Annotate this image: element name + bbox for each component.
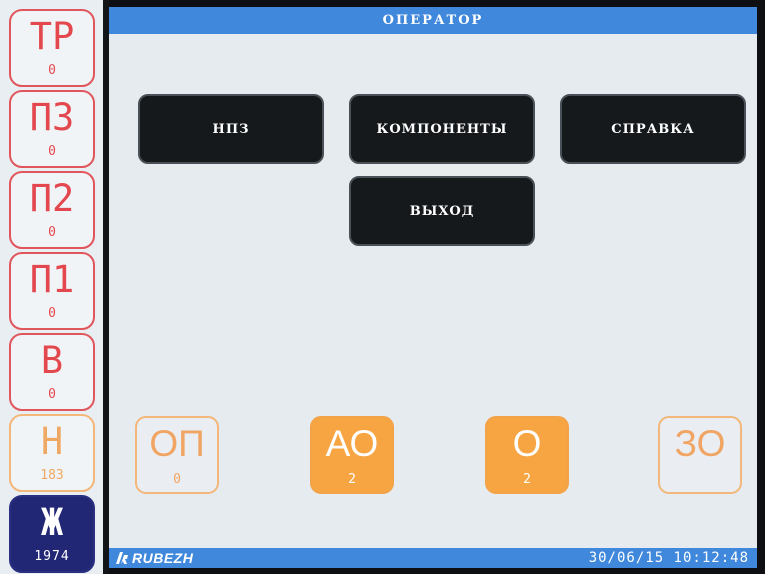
state-count: 2 bbox=[523, 472, 531, 487]
sidebar-item-n[interactable]: Н 183 bbox=[9, 414, 95, 492]
sidebar-item-code: Ж bbox=[40, 501, 64, 544]
state-count: 0 bbox=[173, 472, 181, 487]
status-bar: RUBEZH 30/06/15 10:12:48 bbox=[109, 548, 757, 568]
sidebar-item-p2[interactable]: П2 0 bbox=[9, 171, 95, 249]
npz-button[interactable]: НПЗ bbox=[138, 94, 324, 164]
sidebar-item-code: П2 bbox=[29, 177, 75, 220]
state-code: О bbox=[512, 423, 542, 464]
sidebar-item-zh[interactable]: Ж 1974 bbox=[9, 495, 95, 573]
datetime-display: 30/06/15 10:12:48 bbox=[588, 550, 749, 566]
state-code: ЗО bbox=[674, 423, 726, 464]
state-zo-button[interactable]: ЗО bbox=[658, 416, 742, 494]
sidebar-item-count: 0 bbox=[48, 63, 56, 78]
operator-screen: ОПЕРАТОР НПЗ КОМПОНЕНТЫ СПРАВКА ВЫХОД ОП… bbox=[109, 7, 757, 568]
sidebar-item-count: 0 bbox=[48, 144, 56, 159]
state-ao-button[interactable]: АО 2 bbox=[310, 416, 394, 494]
rubezh-logo-icon bbox=[115, 551, 129, 565]
state-o-button[interactable]: О 2 bbox=[485, 416, 569, 494]
sidebar-item-count: 0 bbox=[48, 387, 56, 402]
sidebar-item-count: 183 bbox=[40, 468, 64, 483]
brand-name: RUBEZH bbox=[132, 550, 194, 566]
sidebar-item-count: 1974 bbox=[34, 549, 70, 564]
status-sidebar: ТР 0 ПЗ 0 П2 0 П1 0 В 0 Н 183 Ж 1974 bbox=[0, 0, 104, 574]
sidebar-item-p1[interactable]: П1 0 bbox=[9, 252, 95, 330]
sidebar-item-code: ТР bbox=[29, 15, 75, 58]
sidebar-item-code: В bbox=[40, 339, 64, 382]
sidebar-item-code: ПЗ bbox=[29, 96, 75, 139]
sidebar-item-count: 0 bbox=[48, 306, 56, 321]
sidebar-item-v[interactable]: В 0 bbox=[9, 333, 95, 411]
help-button[interactable]: СПРАВКА bbox=[560, 94, 746, 164]
sidebar-item-code: Н bbox=[40, 420, 64, 463]
state-op-button[interactable]: ОП 0 bbox=[135, 416, 219, 494]
sidebar-item-count: 0 bbox=[48, 225, 56, 240]
sidebar-item-code: П1 bbox=[29, 258, 75, 301]
brand-logo: RUBEZH bbox=[115, 549, 193, 567]
state-code: АО bbox=[325, 423, 379, 464]
sidebar-item-pz[interactable]: ПЗ 0 bbox=[9, 90, 95, 168]
components-button[interactable]: КОМПОНЕНТЫ bbox=[349, 94, 535, 164]
sidebar-item-tr[interactable]: ТР 0 bbox=[9, 9, 95, 87]
exit-button[interactable]: ВЫХОД bbox=[349, 176, 535, 246]
state-count: 2 bbox=[348, 472, 356, 487]
state-code: ОП bbox=[149, 423, 205, 464]
page-title: ОПЕРАТОР bbox=[109, 7, 757, 34]
